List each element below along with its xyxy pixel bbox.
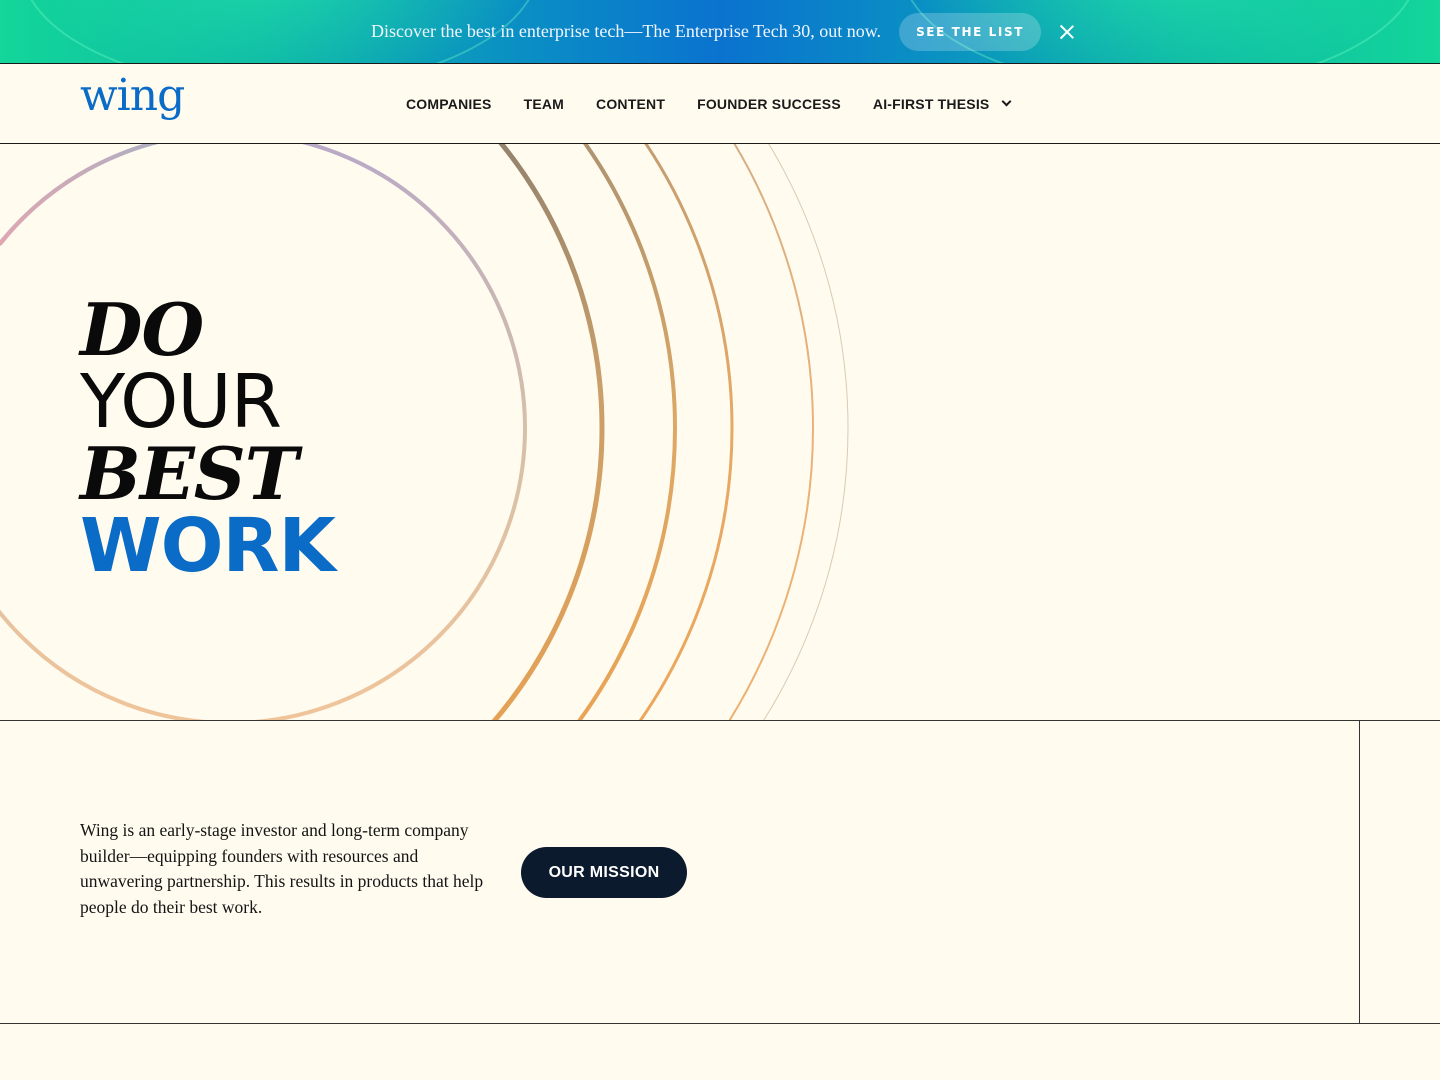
our-mission-button[interactable]: OUR MISSION bbox=[521, 847, 687, 898]
close-icon[interactable] bbox=[1057, 22, 1077, 42]
banner-content: Discover the best in enterprise tech—The… bbox=[0, 0, 1440, 63]
about-section: Wing is an early-stage investor and long… bbox=[0, 721, 1440, 1024]
nav-content[interactable]: CONTENT bbox=[596, 96, 665, 112]
wing-logo[interactable]: wing bbox=[80, 74, 185, 118]
headline-line-best: BEST bbox=[80, 431, 298, 516]
see-the-list-button[interactable]: SEE THE LIST bbox=[899, 12, 1042, 51]
chevron-down-icon[interactable] bbox=[1002, 96, 1012, 107]
nav-founder-success[interactable]: FOUNDER SUCCESS bbox=[697, 96, 841, 112]
hero-section: DO YOUR BEST WORK bbox=[0, 144, 1440, 721]
headline-line-do: DO bbox=[80, 287, 204, 372]
nav-ai-first-thesis[interactable]: AI-FIRST THESIS bbox=[872, 95, 1012, 112]
nav-companies[interactable]: COMPANIES bbox=[406, 96, 492, 112]
headline-line-work: WORK bbox=[80, 503, 336, 589]
main-nav: COMPANIES TEAM CONTENT FOUNDER SUCCESS A… bbox=[406, 64, 1042, 143]
headline-line-your: YOUR bbox=[80, 359, 282, 445]
nav-team[interactable]: TEAM bbox=[524, 96, 564, 112]
banner-message: Discover the best in enterprise tech—The… bbox=[370, 21, 882, 41]
announcement-banner: Discover the best in enterprise tech—The… bbox=[0, 0, 1440, 63]
site-header: wing COMPANIES TEAM CONTENT FOUNDER SUCC… bbox=[0, 63, 1440, 144]
hero-headline: DO YOUR BEST WORK bbox=[80, 287, 336, 589]
nav-ai-first-thesis-label: AI-FIRST THESIS bbox=[872, 95, 990, 112]
section-divider bbox=[1359, 721, 1360, 1023]
about-description: Wing is an early-stage investor and long… bbox=[80, 820, 484, 917]
